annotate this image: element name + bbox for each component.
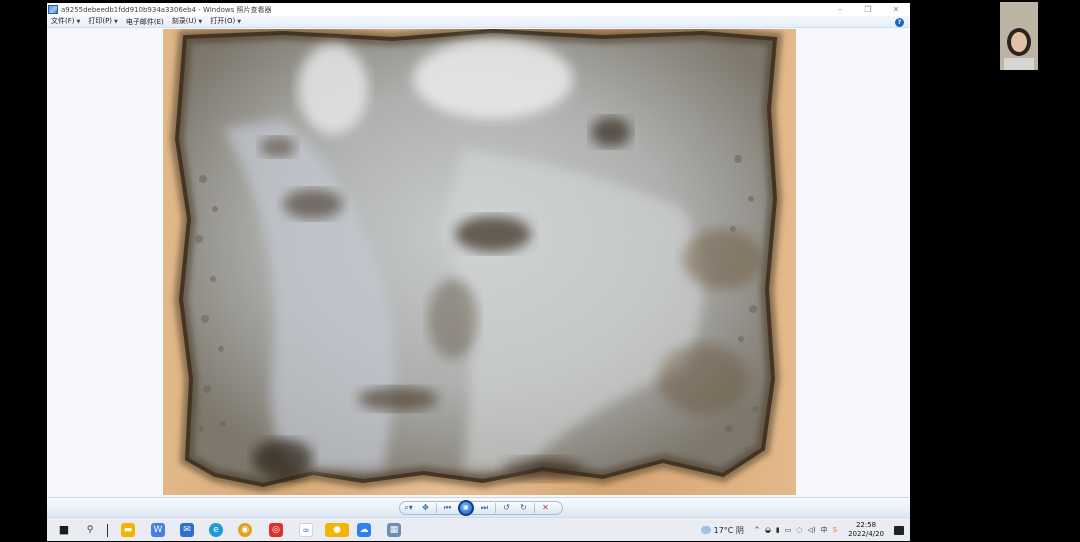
person-image — [1000, 2, 1038, 70]
menu-bar: 文件(F) ▼ 打印(P) ▼ 电子邮件(E) 刻录(U) ▼ 打开(O) ▼ ? — [47, 16, 910, 28]
menu-open[interactable]: 打开(O) ▼ — [206, 15, 245, 28]
wifi-icon[interactable]: ◌ — [796, 526, 802, 534]
search-icon[interactable]: ⚲ — [83, 523, 97, 537]
cloud-icon — [700, 526, 711, 534]
zoom-icon[interactable]: ⌕▾ — [400, 502, 417, 514]
viewer-toolbar: ⌕▾ ✥ ⏮ ▣ ⏭ ↺ ↻ ✕ — [47, 497, 910, 517]
help-icon[interactable]: ? — [895, 18, 904, 27]
fit-to-window-icon[interactable]: ✥ — [417, 502, 434, 514]
sogou-icon[interactable]: S — [833, 526, 837, 534]
notification-icon[interactable] — [894, 525, 904, 535]
close-button[interactable]: ✕ — [884, 3, 908, 16]
weather-status[interactable]: 17°C 阴 — [714, 525, 744, 536]
volume-icon[interactable]: ◁) — [808, 526, 816, 534]
chevron-down-icon: ▼ — [114, 19, 118, 25]
chevron-down-icon: ▼ — [198, 19, 203, 25]
rotate-counterclockwise-icon[interactable]: ↺ — [498, 502, 515, 514]
mail-icon[interactable]: ✉ — [180, 523, 194, 537]
divider — [534, 503, 535, 513]
microphone-icon[interactable]: ▮ — [776, 526, 780, 534]
chevron-down-icon: ▼ — [237, 19, 242, 25]
windows-start-icon[interactable]: ■ — [57, 523, 71, 537]
chevron-down-icon: ▼ — [76, 19, 81, 25]
minimize-button[interactable]: – — [828, 3, 852, 16]
divider — [107, 524, 108, 537]
taskbar: ■ ⚲ ▬ W ✉ e ◉ ◎ ∞ ● ☁ ▦ 17°C 阴 ^ ◒ ▮ ▭ ◌… — [47, 517, 910, 541]
window-title: a9255debeedb1fdd910b934a3306eb4 - Window… — [61, 5, 272, 14]
menu-file[interactable]: 文件(F) ▼ — [47, 15, 84, 28]
edge-icon[interactable]: e — [209, 523, 223, 537]
menu-burn[interactable]: 刻录(U) ▼ — [168, 15, 206, 28]
clock[interactable]: 22:58 2022/4/20 — [848, 521, 884, 539]
menu-email[interactable]: 电子邮件(E) — [122, 16, 168, 28]
menu-print[interactable]: 打印(P) ▼ — [84, 15, 122, 28]
input-method-icon[interactable]: 中 — [821, 525, 828, 535]
screen: a9255debeedb1fdd910b934a3306eb4 - Window… — [0, 0, 1080, 541]
wps-icon[interactable]: W — [151, 523, 165, 537]
chrome-icon[interactable]: ◉ — [238, 523, 252, 537]
viewer-controls: ⌕▾ ✥ ⏮ ▣ ⏭ ↺ ↻ ✕ — [399, 500, 563, 516]
system-tray: 17°C 阴 ^ ◒ ▮ ▭ ◌ ◁) 中 S 22:58 2022/4/20 — [700, 518, 904, 542]
wechat-icon[interactable]: ● — [325, 523, 349, 537]
baidu-netdisk-icon[interactable]: ☁ — [357, 523, 371, 537]
slideshow-icon[interactable]: ▣ — [458, 500, 474, 516]
previous-icon[interactable]: ⏮ — [439, 502, 456, 514]
divider — [495, 503, 496, 513]
divider — [436, 503, 437, 513]
delete-icon[interactable]: ✕ — [537, 502, 554, 514]
clock-time: 22:58 — [855, 521, 877, 529]
chevron-up-icon[interactable]: ^ — [754, 526, 760, 534]
file-explorer-icon[interactable]: ▬ — [121, 523, 135, 537]
clock-date: 2022/4/20 — [848, 530, 884, 538]
netease-music-icon[interactable]: ◎ — [269, 523, 283, 537]
photo-display-area — [47, 29, 910, 497]
webcam-thumbnail — [1000, 2, 1038, 70]
app-icon[interactable]: ∞ — [299, 523, 313, 537]
displayed-photo — [163, 29, 796, 495]
photo-viewer-window: a9255debeedb1fdd910b934a3306eb4 - Window… — [47, 3, 910, 517]
photo-viewer-app-icon — [48, 5, 58, 14]
rotate-clockwise-icon[interactable]: ↻ — [515, 502, 532, 514]
burnt-canvas-painting — [169, 29, 783, 493]
maximize-button[interactable]: ❐ — [856, 3, 880, 16]
battery-icon[interactable]: ▭ — [785, 526, 792, 534]
next-icon[interactable]: ⏭ — [476, 502, 493, 514]
network-icon[interactable]: ◒ — [765, 526, 771, 534]
photo-viewer-icon[interactable]: ▦ — [387, 523, 401, 537]
